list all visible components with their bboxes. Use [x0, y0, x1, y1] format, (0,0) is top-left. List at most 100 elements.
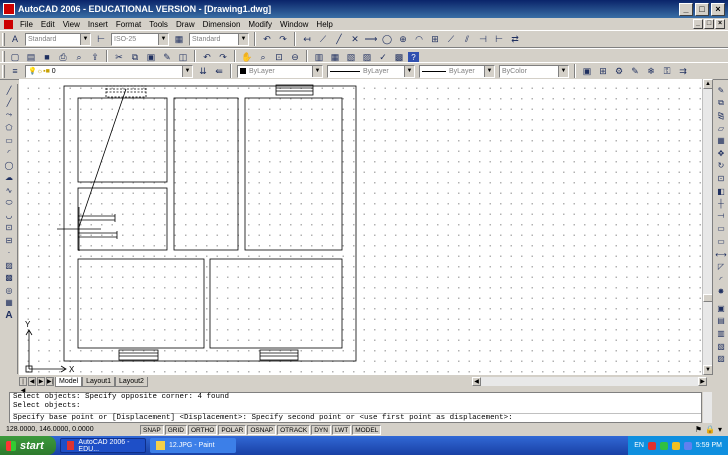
drawing-canvas[interactable]: Y X — [19, 79, 702, 375]
polygon-icon[interactable]: ⬠ — [1, 122, 17, 135]
menu-dimension[interactable]: Dimension — [199, 20, 245, 29]
menu-file[interactable]: File — [16, 20, 37, 29]
help-icon[interactable]: ? — [408, 51, 419, 63]
toolbar-grip[interactable] — [2, 32, 5, 46]
text-above-icon[interactable]: ▧ — [713, 340, 728, 353]
lineweight-select[interactable]: ByLayer ▼ — [419, 64, 495, 78]
language-indicator[interactable]: EN — [634, 442, 644, 449]
color-select[interactable]: ByLayer ▼ — [237, 64, 323, 78]
autocad-app-icon[interactable] — [3, 3, 15, 15]
trim-icon[interactable]: ┼ — [713, 197, 728, 210]
chamfer-icon[interactable]: ◸ — [713, 260, 728, 273]
oblique-icon[interactable]: ⫽ — [460, 32, 474, 46]
tab-layout1[interactable]: Layout1 — [82, 376, 115, 387]
lwt-toggle[interactable]: LWT — [331, 424, 352, 435]
circle-icon[interactable]: ◯ — [380, 32, 394, 46]
layer-lock-icon[interactable]: ⚿ — [660, 64, 674, 78]
layer-freeze-icon[interactable]: ❄ — [644, 64, 658, 78]
mirror-icon[interactable]: ⧎ — [713, 109, 728, 122]
revision-cloud-icon[interactable]: ☁ — [1, 172, 17, 185]
grid-toggle[interactable]: GRID — [164, 424, 187, 435]
document-icon[interactable] — [4, 19, 13, 29]
layer-match-icon[interactable]: ⊞ — [596, 64, 610, 78]
make-block-icon[interactable]: ⊟ — [1, 234, 17, 247]
layer-iso-icon[interactable]: ⚙ — [612, 64, 626, 78]
dim-style-select[interactable]: ISO-25 ▼ — [111, 32, 169, 46]
menu-edit[interactable]: Edit — [37, 20, 59, 29]
prev-tab-icon[interactable]: ◀ — [28, 377, 36, 386]
start-button[interactable]: start — [0, 436, 56, 455]
polar-toggle[interactable]: POLAR — [218, 424, 247, 435]
horizontal-scroll-track[interactable] — [481, 377, 698, 386]
spline-icon[interactable]: ∿ — [1, 184, 17, 197]
first-tab-icon[interactable]: |◀ — [19, 377, 27, 394]
otrack-toggle[interactable]: OTRACK — [277, 424, 311, 435]
status-menu-icon[interactable]: ▾ — [718, 425, 722, 434]
redo-icon[interactable]: ↷ — [276, 32, 290, 46]
messenger-icon[interactable] — [683, 441, 692, 450]
bring-front-icon[interactable]: ▤ — [713, 315, 728, 328]
region-icon[interactable]: ◎ — [1, 284, 17, 297]
rectangle-icon[interactable]: ▭ — [1, 134, 17, 147]
antivirus-icon[interactable] — [647, 441, 656, 450]
xline-icon[interactable]: ✕ — [348, 32, 362, 46]
arc-tool-icon[interactable]: ◜ — [1, 147, 17, 160]
coordinate-readout[interactable]: 128.0000, 146.0000, 0.0000 — [0, 426, 140, 433]
close-button[interactable]: × — [711, 2, 725, 16]
edit-dim-icon[interactable]: ⟋ — [444, 32, 458, 46]
menu-modify[interactable]: Modify — [244, 20, 276, 29]
tab-model[interactable]: Model — [55, 376, 83, 387]
doc-close-button[interactable]: × — [715, 19, 725, 29]
text-style-select[interactable]: Standard ▼ — [25, 32, 91, 46]
menu-window[interactable]: Window — [276, 20, 312, 29]
copy-tool-icon[interactable]: ⧉ — [713, 97, 728, 110]
scroll-right-icon[interactable]: ▶ — [698, 377, 707, 386]
arc-icon[interactable]: ◠ — [412, 32, 426, 46]
break-icon[interactable]: ▭ — [713, 235, 728, 248]
hatch-icon[interactable]: ▨ — [1, 259, 17, 272]
explode-icon[interactable]: ✸ — [713, 286, 728, 299]
snap-toggle[interactable]: SNAP — [140, 424, 164, 435]
erase-icon[interactable]: ✎ — [713, 84, 728, 97]
undo-icon[interactable]: ↶ — [260, 32, 274, 46]
next-tab-icon[interactable]: ▶ — [37, 377, 45, 386]
dyn-toggle[interactable]: DYN — [311, 424, 331, 435]
network-icon[interactable] — [659, 441, 668, 450]
extend-icon[interactable]: ⟞ — [713, 210, 728, 223]
layer-off-icon[interactable]: ✎ — [628, 64, 642, 78]
taskbar-item-paint[interactable]: 12.JPG - Paint — [150, 438, 236, 453]
polyline-icon[interactable]: ⤳ — [1, 109, 17, 122]
menu-format[interactable]: Format — [112, 20, 145, 29]
dim-linear-icon[interactable]: ↤ — [300, 32, 314, 46]
join-icon[interactable]: ⟷ — [713, 248, 728, 261]
draw-order-icon[interactable]: ▣ — [713, 302, 728, 315]
menu-draw[interactable]: Draw — [172, 20, 199, 29]
vertical-scrollbar[interactable]: ▲ ▼ — [702, 79, 713, 375]
dim-style-update-icon[interactable]: ⇄ — [508, 32, 522, 46]
menu-tools[interactable]: Tools — [145, 20, 172, 29]
circle-tool-icon[interactable]: ◯ — [1, 159, 17, 172]
line-tool-icon[interactable]: ╱ — [1, 84, 17, 97]
scale-icon[interactable]: ⊡ — [713, 172, 728, 185]
toolbar-lock-icon[interactable]: 🔒 — [705, 425, 715, 434]
layer-manager-icon[interactable]: ≡ — [8, 64, 22, 78]
table-style-icon[interactable]: ▦ — [172, 32, 186, 46]
line-icon[interactable]: ╱ — [332, 32, 346, 46]
dim-style-icon[interactable]: ⊢ — [94, 32, 108, 46]
horizontal-scrollbar[interactable]: ◀ ▶ — [472, 377, 707, 386]
tolerance-icon[interactable]: ⊞ — [428, 32, 442, 46]
gradient-icon[interactable]: ▩ — [1, 272, 17, 285]
communication-center-icon[interactable]: ⚑ — [695, 425, 702, 434]
doc-restore-button[interactable]: □ — [704, 19, 714, 29]
command-prompt[interactable]: Specify base point or [Displacement] <Di… — [13, 413, 701, 422]
plotstyle-select[interactable]: ByColor ▼ — [499, 64, 569, 78]
center-mark-icon[interactable]: ⊕ — [396, 32, 410, 46]
layer-merge-icon[interactable]: ⇉ — [676, 64, 690, 78]
rotate-icon[interactable]: ↻ — [713, 160, 728, 173]
clock[interactable]: 5:59 PM — [696, 442, 722, 449]
baseline-icon[interactable]: ⊣ — [476, 32, 490, 46]
ellipse-icon[interactable]: ⬭ — [1, 197, 17, 210]
taskbar-item-autocad[interactable]: AutoCAD 2006 - EDU... — [60, 438, 146, 453]
toolbar-grip[interactable] — [2, 64, 5, 78]
array-icon[interactable]: ▦ — [713, 134, 728, 147]
